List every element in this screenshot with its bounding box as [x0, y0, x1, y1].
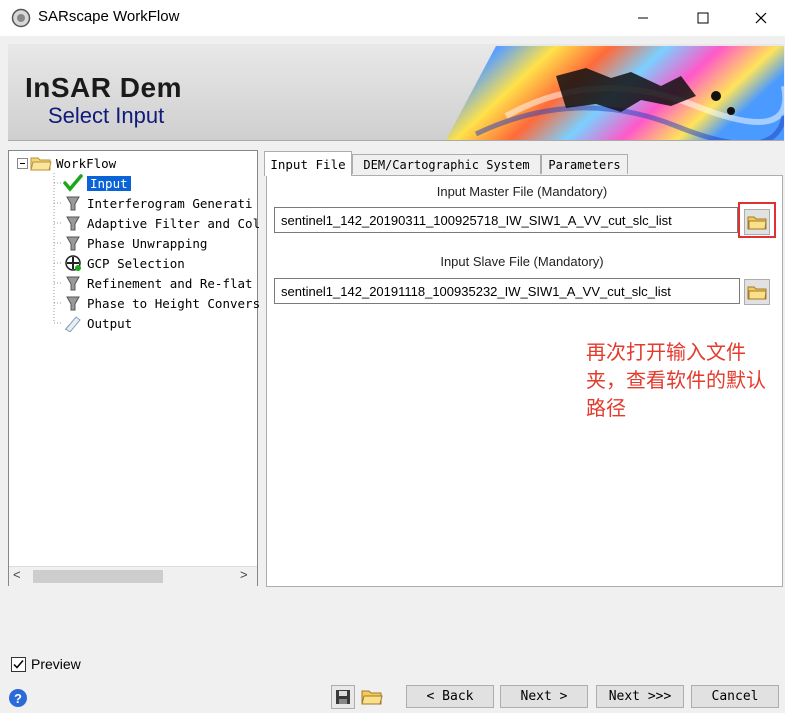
tree-item-gcp-selection[interactable]: GCP Selection [63, 253, 185, 273]
master-file-input[interactable]: sentinel1_142_20190311_100925718_IW_SIW1… [274, 207, 738, 233]
tab-input-file[interactable]: Input File [264, 151, 352, 176]
tree-item-input[interactable]: Input [63, 173, 131, 193]
tree-item-label: Phase Unwrapping [87, 235, 208, 251]
tree-item-label: Interferogram Generati [87, 195, 253, 211]
funnel-icon [66, 296, 80, 311]
tree-root[interactable]: WorkFlow [17, 153, 116, 173]
close-button[interactable] [738, 0, 784, 36]
tree-horizontal-scrollbar[interactable]: < > [9, 566, 257, 586]
tree-item-refinement[interactable]: Refinement and Re-flat [63, 273, 253, 293]
tree-root-label: WorkFlow [56, 155, 117, 171]
collapse-icon[interactable] [17, 157, 28, 169]
tree-item-output[interactable]: Output [63, 313, 132, 333]
output-icon [64, 316, 81, 332]
master-file-label: Input Master File (Mandatory) [436, 184, 608, 199]
annotation-text: 再次打开输入文件夹，查看软件的默认路径 [586, 340, 766, 420]
banner-title: InSAR Dem [25, 72, 182, 103]
funnel-icon [66, 236, 80, 251]
tab-parameters[interactable]: Parameters [541, 154, 628, 174]
tree-item-label: GCP Selection [87, 255, 185, 271]
slave-file-browse-button[interactable] [744, 279, 770, 305]
back-button[interactable]: < Back [406, 685, 494, 708]
open-button[interactable] [359, 684, 385, 709]
tree-item-label: Input [87, 175, 131, 191]
tree-item-label: Output [87, 315, 133, 331]
funnel-icon [66, 276, 80, 291]
tree-item-phase-to-height[interactable]: Phase to Height Convers [63, 293, 260, 313]
cancel-button[interactable]: Cancel [691, 685, 779, 708]
minimize-button[interactable] [620, 0, 666, 36]
tree-item-label: Adaptive Filter and Col [87, 215, 261, 231]
help-icon[interactable]: ? [8, 688, 28, 713]
master-file-browse-button[interactable] [744, 209, 770, 235]
tab-dem-cartographic-system[interactable]: DEM/Cartographic System [352, 154, 541, 174]
scroll-right-icon[interactable]: > [240, 567, 248, 582]
app-icon [11, 8, 31, 28]
tree-item-adaptive-filter[interactable]: Adaptive Filter and Col [63, 213, 260, 233]
slave-file-input[interactable]: sentinel1_142_20191118_100935232_IW_SIW1… [274, 278, 740, 304]
funnel-icon [66, 216, 80, 231]
interferogram-image [446, 46, 785, 147]
preview-checkbox[interactable]: Preview [11, 656, 81, 672]
save-button[interactable] [331, 685, 355, 709]
svg-text:?: ? [14, 691, 22, 706]
scrollbar-thumb[interactable] [33, 570, 163, 583]
gcp-crosshair-icon [65, 255, 81, 271]
tree-item-interferogram-generation[interactable]: Interferogram Generati [63, 193, 253, 213]
funnel-icon [66, 196, 80, 211]
tree-item-label: Refinement and Re-flat [87, 275, 253, 291]
folder-open-icon [30, 157, 52, 171]
close-icon [755, 12, 767, 24]
checkmark-icon [63, 174, 83, 192]
minimize-icon [638, 17, 648, 19]
window-title: SARscape WorkFlow [38, 8, 180, 25]
preview-label: Preview [31, 656, 81, 672]
maximize-button[interactable] [680, 0, 726, 36]
checkbox-checked-icon[interactable] [11, 656, 26, 672]
folder-icon [747, 286, 767, 300]
banner-subtitle: Select Input [48, 103, 165, 128]
tree-item-label: Phase to Height Convers [87, 295, 261, 311]
next-button[interactable]: Next > [500, 685, 588, 708]
workflow-tree: WorkFlow Input Interferogram Generati Ad… [8, 150, 260, 586]
folder-icon [747, 216, 767, 230]
next-all-button[interactable]: Next >>> [596, 685, 684, 708]
scroll-left-icon[interactable]: < [13, 567, 21, 582]
maximize-icon [697, 12, 709, 24]
save-icon [336, 690, 350, 704]
slave-file-label: Input Slave File (Mandatory) [440, 254, 604, 269]
folder-open-icon [361, 690, 383, 704]
tree-item-phase-unwrapping[interactable]: Phase Unwrapping [63, 233, 207, 253]
